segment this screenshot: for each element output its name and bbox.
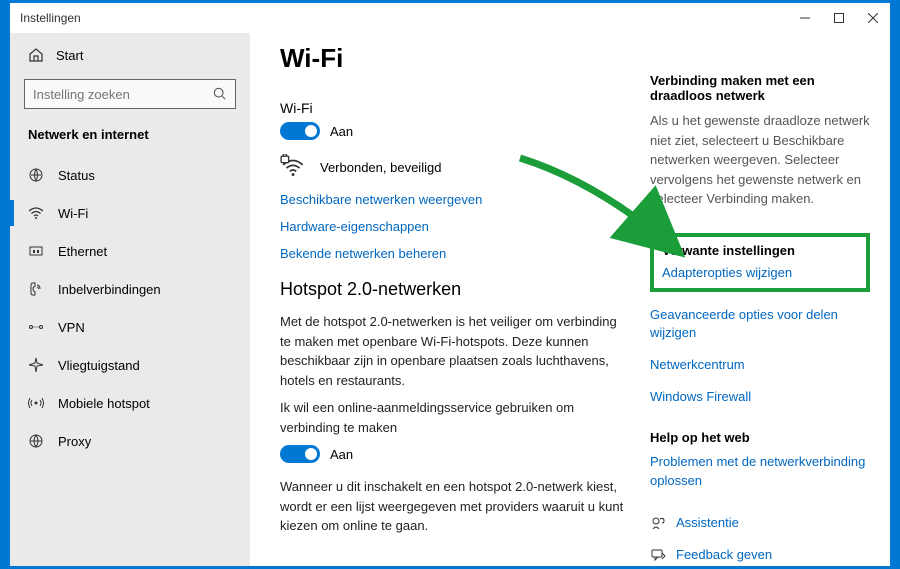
- sidebar-home-label: Start: [56, 48, 83, 63]
- search-box[interactable]: [24, 79, 236, 109]
- titlebar: Instellingen: [10, 3, 890, 33]
- sidebar-item-label: Vliegtuigstand: [58, 358, 140, 373]
- proxy-icon: [28, 433, 44, 449]
- sidebar-item-label: Mobiele hotspot: [58, 396, 150, 411]
- page-title: Wi-Fi: [280, 43, 630, 74]
- hotspot-description: Met de hotspot 2.0-netwerken is het veil…: [280, 312, 630, 390]
- close-button[interactable]: [866, 11, 880, 25]
- sidebar: Start Netwerk en internet Status Wi-Fi E: [10, 33, 250, 566]
- feedback-icon: [650, 547, 666, 563]
- link-known-networks[interactable]: Bekende netwerken beheren: [280, 246, 630, 261]
- assist-icon: [650, 515, 666, 531]
- titlebar-title: Instellingen: [20, 11, 798, 25]
- assist-row[interactable]: Assistentie: [650, 514, 870, 532]
- aside-help-title: Help op het web: [650, 430, 870, 445]
- sidebar-item-proxy[interactable]: Proxy: [10, 422, 250, 460]
- sidebar-home[interactable]: Start: [10, 37, 250, 73]
- sidebar-item-label: Ethernet: [58, 244, 107, 259]
- hotspot-note: Wanneer u dit inschakelt en een hotspot …: [280, 477, 630, 536]
- link-adapter-options[interactable]: Adapteropties wijzigen: [662, 264, 858, 282]
- sidebar-item-vpn[interactable]: VPN: [10, 308, 250, 346]
- settings-window: Instellingen Start Netwerk en internet S…: [10, 3, 890, 566]
- airplane-icon: [28, 357, 44, 373]
- highlight-box: Verwante instellingen Adapteropties wijz…: [650, 233, 870, 292]
- sidebar-item-dialup[interactable]: Inbelverbindingen: [10, 270, 250, 308]
- home-icon: [28, 47, 44, 63]
- hotspot-heading: Hotspot 2.0-netwerken: [280, 279, 630, 300]
- main-column: Wi-Fi Wi-Fi Aan Verbonden, beveiligd Bes…: [280, 43, 650, 566]
- main-panel: Wi-Fi Wi-Fi Aan Verbonden, beveiligd Bes…: [250, 33, 890, 566]
- assist-label: Assistentie: [676, 514, 739, 532]
- link-show-available[interactable]: Beschikbare netwerken weergeven: [280, 192, 630, 207]
- wifi-toggle-state: Aan: [330, 124, 353, 139]
- nav-list: Status Wi-Fi Ethernet Inbelverbindingen …: [10, 156, 250, 460]
- wifi-connection-row: Verbonden, beveiligd: [280, 154, 630, 180]
- vpn-icon: [28, 319, 44, 335]
- wifi-icon: [28, 205, 44, 221]
- wifi-lock-icon: [280, 154, 306, 180]
- sidebar-item-label: Proxy: [58, 434, 91, 449]
- link-firewall[interactable]: Windows Firewall: [650, 388, 870, 406]
- hotspot-toggle[interactable]: [280, 445, 320, 463]
- link-troubleshoot[interactable]: Problemen met de netwerkverbinding oplos…: [650, 453, 870, 489]
- link-hardware[interactable]: Hardware-eigenschappen: [280, 219, 630, 234]
- sidebar-item-status[interactable]: Status: [10, 156, 250, 194]
- feedback-label: Feedback geven: [676, 546, 772, 564]
- hotspot-optin-text: Ik wil een online-aanmeldingsservice geb…: [280, 398, 630, 437]
- maximize-button[interactable]: [832, 11, 846, 25]
- hotspot-icon: [28, 395, 44, 411]
- search-icon: [213, 87, 227, 101]
- status-icon: [28, 167, 44, 183]
- ethernet-icon: [28, 243, 44, 259]
- sidebar-item-label: Inbelverbindingen: [58, 282, 161, 297]
- sidebar-item-airplane[interactable]: Vliegtuigstand: [10, 346, 250, 384]
- hotspot-toggle-state: Aan: [330, 447, 353, 462]
- link-network-center[interactable]: Netwerkcentrum: [650, 356, 870, 374]
- feedback-row[interactable]: Feedback geven: [650, 546, 870, 564]
- sidebar-item-ethernet[interactable]: Ethernet: [10, 232, 250, 270]
- minimize-button[interactable]: [798, 11, 812, 25]
- aside-connect-desc: Als u het gewenste draadloze netwerk nie…: [650, 111, 870, 209]
- aside-related-title: Verwante instellingen: [662, 243, 858, 258]
- sidebar-item-hotspot[interactable]: Mobiele hotspot: [10, 384, 250, 422]
- sidebar-item-label: VPN: [58, 320, 85, 335]
- content-area: Start Netwerk en internet Status Wi-Fi E: [10, 33, 890, 566]
- link-sharing-options[interactable]: Geavanceerde opties voor delen wijzigen: [650, 306, 870, 342]
- aside-connect-title: Verbinding maken met een draadloos netwe…: [650, 73, 870, 103]
- nav-header: Netwerk en internet: [10, 119, 250, 156]
- wifi-section-label: Wi-Fi: [280, 100, 630, 116]
- sidebar-item-label: Wi-Fi: [58, 206, 88, 221]
- wifi-connection-status: Verbonden, beveiligd: [320, 160, 441, 175]
- sidebar-item-label: Status: [58, 168, 95, 183]
- dialup-icon: [28, 281, 44, 297]
- sidebar-item-wifi[interactable]: Wi-Fi: [10, 194, 250, 232]
- wifi-toggle[interactable]: [280, 122, 320, 140]
- search-input[interactable]: [33, 87, 213, 102]
- aside-panel: Verbinding maken met een draadloos netwe…: [650, 43, 870, 566]
